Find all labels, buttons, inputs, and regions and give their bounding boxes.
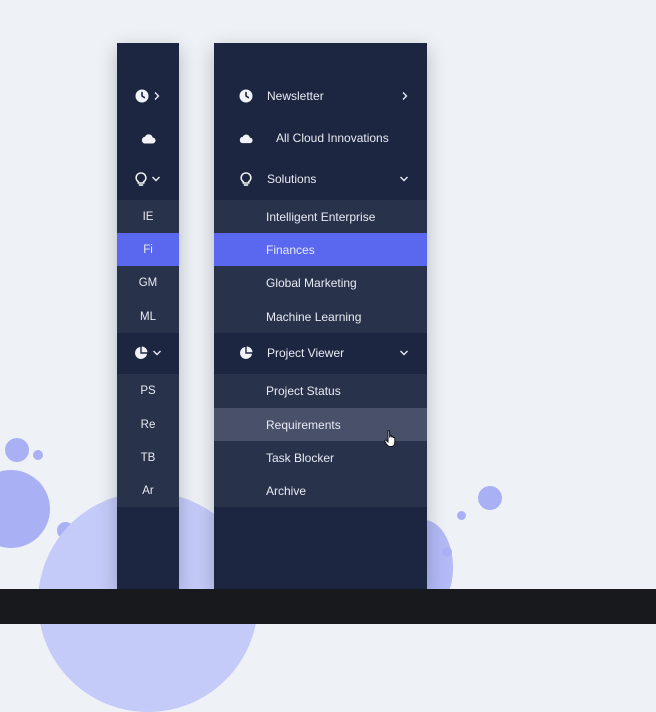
collapsed-nav-abbr: GM — [138, 277, 158, 289]
nav-item-label: Solutions — [267, 172, 317, 186]
collapsed-nav-subitem[interactable]: PS — [117, 374, 179, 408]
nav-item-all-cloud-innovations[interactable]: All Cloud Innovations — [214, 121, 427, 155]
collapsed-nav-abbr: PS — [140, 385, 156, 397]
collapsed-nav-subitem[interactable]: IE — [117, 200, 179, 233]
nav-subitem-intelligent-enterprise[interactable]: Intelligent Enterprise — [214, 200, 427, 233]
nav-item-label: Newsletter — [267, 89, 324, 103]
lightbulb-icon — [239, 171, 253, 186]
lightbulb-icon — [135, 171, 147, 186]
cloud-icon — [141, 133, 156, 144]
decorative-bubble — [33, 450, 43, 460]
nav-subitem-label: Task Blocker — [266, 450, 335, 465]
nav-item-solutions[interactable]: Solutions — [214, 162, 427, 196]
bottom-bar — [0, 589, 656, 624]
collapsed-nav-subitem[interactable]: ML — [117, 300, 179, 333]
decorative-bubble — [457, 511, 466, 520]
collapsed-side-navigation: IE Fi GM ML PS Re TB Ar — [117, 43, 179, 589]
collapsed-nav-subitem[interactable]: TB — [117, 441, 179, 474]
collapsed-nav-item-solutions[interactable] — [117, 162, 179, 196]
cloud-icon — [239, 131, 253, 145]
collapsed-nav-abbr: Fi — [143, 243, 153, 256]
nav-item-project-viewer[interactable]: Project Viewer — [214, 336, 427, 370]
clock-icon — [135, 89, 149, 103]
decorative-bubble — [0, 470, 50, 548]
collapsed-nav-abbr: TB — [140, 451, 156, 464]
nav-subitem-archive[interactable]: Archive — [214, 474, 427, 507]
nav-subitem-label: Finances — [266, 242, 315, 257]
nav-subitem-machine-learning[interactable]: Machine Learning — [214, 300, 427, 333]
nav-subitem-label: Global Marketing — [266, 276, 357, 290]
expanded-side-navigation: Newsletter All Cloud Innovations Solutio… — [214, 43, 427, 589]
nav-subitem-label: Machine Learning — [266, 309, 362, 324]
nav-item-label: Project Viewer — [267, 346, 345, 360]
collapsed-nav-abbr: Re — [140, 418, 156, 431]
nav-subitem-label: Requirements — [266, 417, 341, 432]
collapsed-nav-subitem[interactable]: Re — [117, 408, 179, 441]
decorative-bubble — [5, 438, 29, 462]
collapsed-nav-item-cloud[interactable] — [117, 121, 179, 155]
collapsed-nav-abbr: ML — [140, 310, 156, 323]
collapsed-nav-subitem[interactable]: Ar — [117, 474, 179, 507]
collapsed-nav-item-newsletter[interactable] — [117, 79, 179, 113]
chevron-down-icon — [399, 175, 409, 183]
nav-subitem-finances[interactable]: Finances — [214, 233, 427, 266]
nav-subitem-label: Archive — [266, 483, 307, 498]
decorative-bubble — [478, 486, 502, 510]
chevron-right-icon — [154, 92, 160, 100]
nav-item-newsletter[interactable]: Newsletter — [214, 79, 427, 113]
chevron-down-icon — [153, 350, 161, 356]
collapsed-nav-abbr: IE — [142, 210, 154, 223]
nav-subitem-project-status[interactable]: Project Status — [214, 374, 427, 408]
nav-subitem-label: Intelligent Enterprise — [266, 209, 376, 224]
chevron-down-icon — [399, 349, 409, 357]
collapsed-nav-abbr: Ar — [142, 484, 154, 497]
pie-chart-icon — [135, 346, 148, 359]
pie-chart-icon — [239, 346, 253, 360]
nav-subitem-global-marketing[interactable]: Global Marketing — [214, 266, 427, 300]
nav-item-label: All Cloud Innovations — [276, 131, 389, 145]
collapsed-nav-item-project-viewer[interactable] — [117, 336, 179, 370]
hand-pointer-cursor-icon — [384, 430, 396, 447]
collapsed-nav-subitem[interactable]: GM — [117, 266, 179, 300]
chevron-right-icon — [401, 91, 409, 101]
decorative-bubble — [442, 547, 452, 557]
chevron-down-icon — [152, 176, 160, 182]
nav-subitem-label: Project Status — [266, 384, 341, 398]
collapsed-nav-subitem-selected[interactable]: Fi — [117, 233, 179, 266]
clock-icon — [239, 89, 253, 103]
